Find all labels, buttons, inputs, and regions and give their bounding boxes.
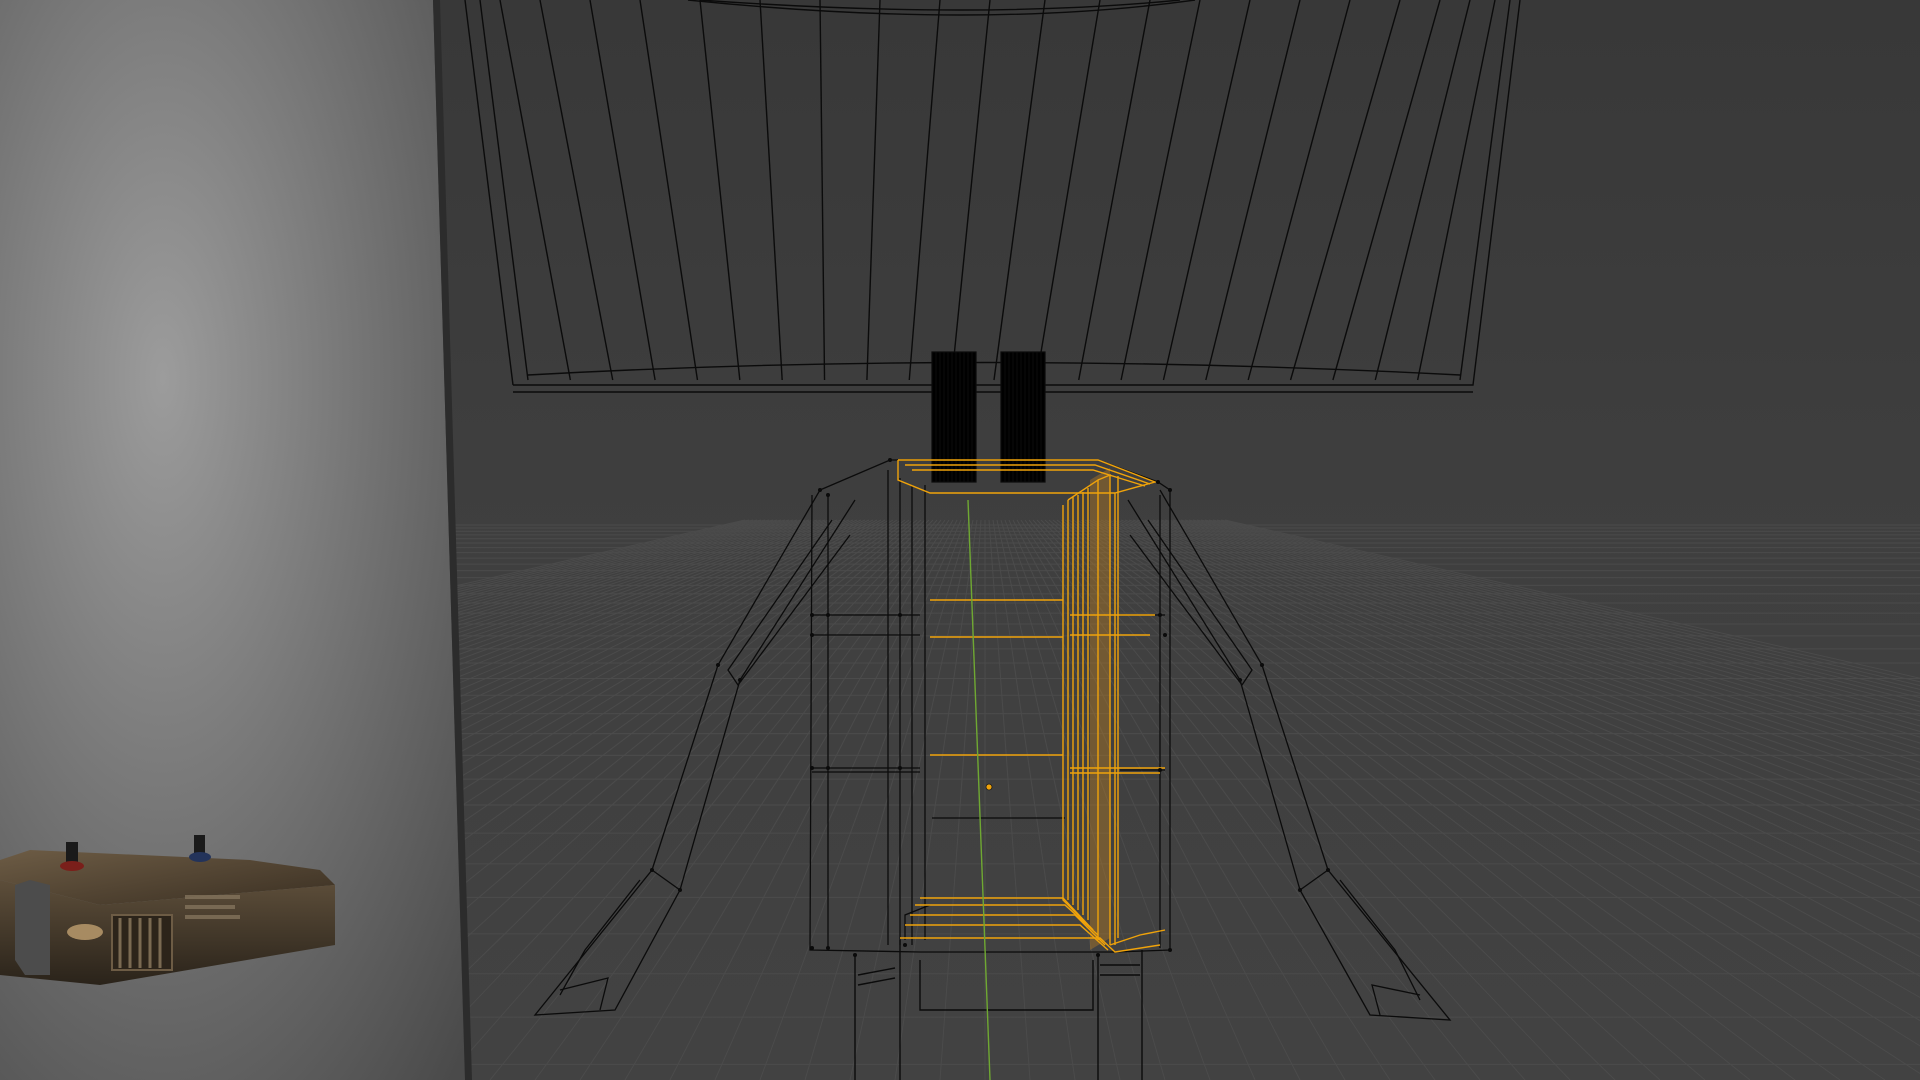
origin-point[interactable] [985, 783, 993, 791]
vertex [826, 946, 830, 950]
neck-left [931, 351, 977, 483]
vertex [810, 946, 814, 950]
vertex [826, 493, 830, 497]
vertex [1156, 480, 1160, 484]
vertex [810, 613, 814, 617]
selected-face-fill [1090, 468, 1110, 950]
vertex [1326, 868, 1330, 872]
vertex [1260, 663, 1264, 667]
vertex [1298, 888, 1302, 892]
vertex [826, 766, 830, 770]
vertex [1238, 678, 1242, 682]
vertex [826, 613, 830, 617]
vertex [818, 488, 822, 492]
vertex [898, 613, 902, 617]
vertex [888, 458, 892, 462]
vertex [898, 766, 902, 770]
vertex [678, 888, 682, 892]
vertex [810, 633, 814, 637]
vertex [650, 868, 654, 872]
vertex [1158, 768, 1162, 772]
neck-right [1000, 351, 1046, 483]
vertex [903, 943, 907, 947]
vertex [1096, 953, 1100, 957]
vertex [738, 678, 742, 682]
vertex [1168, 948, 1172, 952]
vertex [853, 953, 857, 957]
vertex [1168, 488, 1172, 492]
vertex [1163, 633, 1167, 637]
3d-viewport[interactable] [0, 0, 1920, 1080]
viewport-scene[interactable] [0, 0, 1920, 1080]
reference-image-panel[interactable] [0, 0, 472, 1080]
vertex [716, 663, 720, 667]
vertex [1158, 613, 1162, 617]
vertex [810, 766, 814, 770]
